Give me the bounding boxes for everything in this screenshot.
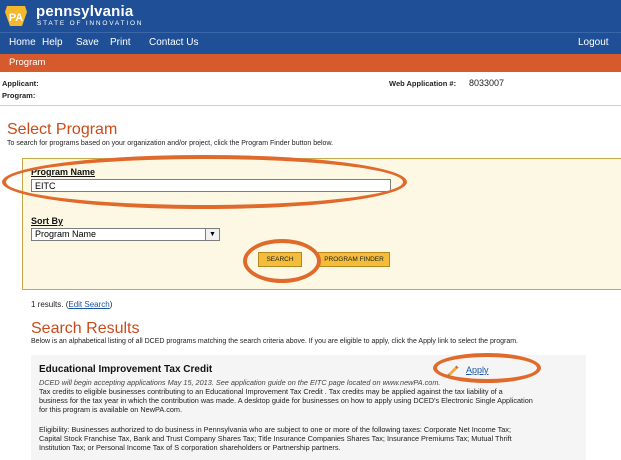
section-bar: Program	[0, 54, 621, 72]
search-button[interactable]: SEARCH	[258, 252, 302, 267]
program-label: Program:	[2, 91, 36, 100]
results-count-text: 1 results.	[31, 300, 64, 309]
web-app-number: 8033007	[469, 78, 505, 88]
web-app-label: Web Application #:	[389, 79, 457, 88]
eligibility-line-3: Institution Tax; or Personal Income Tax …	[39, 443, 341, 452]
eligibility-line-2: Capital Stock Franchise Tax, Bank and Tr…	[39, 434, 512, 443]
nav-home[interactable]: Home	[9, 37, 36, 48]
nav-print[interactable]: Print	[110, 37, 131, 48]
sort-by-select[interactable]: Program Name ▼	[31, 228, 220, 241]
pa-keystone-logo: PA	[4, 4, 28, 28]
program-name-label: Program Name	[31, 167, 96, 177]
select-program-description: To search for programs based on your org…	[7, 140, 334, 147]
logo-subtitle: STATE OF INNOVATION	[37, 20, 144, 27]
search-form	[22, 158, 621, 290]
eligibility-line-1: Eligibility: Businesses authorized to do…	[39, 425, 511, 434]
nav-contact-us[interactable]: Contact Us	[149, 37, 198, 48]
svg-text:PA: PA	[9, 12, 24, 24]
result-note: DCED will begin accepting applications M…	[39, 378, 441, 387]
logout-link[interactable]: Logout	[578, 37, 609, 48]
edit-search-link[interactable]: Edit Search	[68, 300, 109, 309]
chevron-down-icon[interactable]: ▼	[205, 229, 219, 240]
nav-help[interactable]: Help	[42, 37, 63, 48]
apply-link[interactable]: Apply	[466, 365, 489, 375]
logo-title: pennsylvania	[36, 3, 134, 20]
results-count: 1 results. (Edit Search)	[31, 300, 113, 309]
result-title: Educational Improvement Tax Credit	[39, 364, 213, 375]
search-results-title: Search Results	[31, 320, 140, 337]
result-body-line-3: for this program is available on NewPA.c…	[39, 405, 183, 414]
sort-by-value: Program Name	[35, 229, 97, 239]
section-title: Program	[9, 57, 46, 68]
result-body-line-2: business for the tax year in which the c…	[39, 396, 533, 405]
divider	[0, 105, 621, 106]
nav-save[interactable]: Save	[76, 37, 99, 48]
applicant-label: Applicant:	[2, 79, 39, 88]
pencil-icon	[446, 363, 460, 377]
select-program-title: Select Program	[7, 121, 118, 138]
search-results-description: Below is an alphabetical listing of all …	[31, 338, 518, 345]
sort-by-label: Sort By	[31, 216, 64, 226]
result-body-line-1: Tax credits to eligible businesses contr…	[39, 387, 503, 396]
program-finder-button[interactable]: PROGRAM FINDER	[318, 252, 390, 267]
top-nav: Home Help Save Print Contact Us Logout	[0, 32, 621, 54]
header-banner: PA pennsylvania STATE OF INNOVATION	[0, 0, 621, 32]
program-name-input[interactable]	[31, 179, 391, 192]
